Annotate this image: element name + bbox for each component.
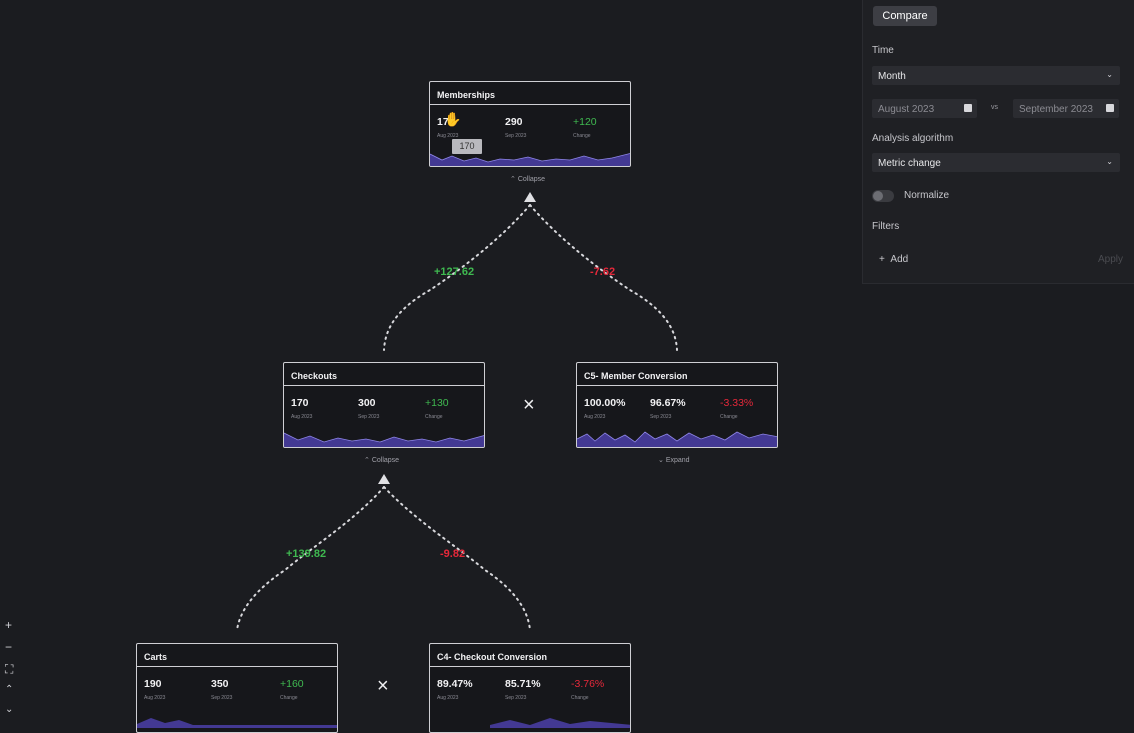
date-to-value: September 2023 <box>1019 104 1093 115</box>
value-aug: 170 <box>291 397 309 409</box>
label-sep: Sep 2023 <box>211 695 233 701</box>
time-label: Time <box>872 45 894 56</box>
node-title: C5- Member Conversion <box>584 371 688 381</box>
filters-label: Filters <box>872 221 900 232</box>
toggle-knob <box>873 191 883 201</box>
label-change: Change <box>571 695 589 701</box>
normalize-toggle[interactable] <box>872 190 894 202</box>
date-to-input[interactable]: September 2023 <box>1013 99 1119 118</box>
sparkline <box>284 432 484 447</box>
divider <box>137 666 337 667</box>
value-sep: 290 <box>505 116 523 128</box>
date-from-input[interactable]: August 2023 <box>872 99 977 118</box>
label-change: Change <box>573 133 591 139</box>
node-c5-member-conversion[interactable]: C5- Member Conversion 100.00% Aug 2023 9… <box>576 362 778 448</box>
calendar-icon[interactable] <box>1106 104 1114 112</box>
compare-button[interactable]: Compare <box>873 6 937 26</box>
chevron-up-down-icon[interactable]: ⌃ <box>5 684 13 695</box>
edge-delta-label: +139.82 <box>286 548 327 560</box>
value-aug: 190 <box>144 678 162 690</box>
add-filter-button[interactable]: + Add <box>879 254 908 265</box>
algorithm-label: Analysis algorithm <box>872 133 954 144</box>
fit-view-icon[interactable]: ⛶ <box>5 662 13 677</box>
edge-delta-label: -9.82 <box>440 548 466 560</box>
value-change: -3.33% <box>720 397 754 409</box>
chevron-up-icon: ⌃ <box>510 176 518 183</box>
sparkline <box>137 718 337 728</box>
vs-label: vs <box>991 104 998 111</box>
normalize-label: Normalize <box>904 190 950 201</box>
value-change: +130 <box>425 397 449 409</box>
value-change: +120 <box>573 116 597 128</box>
chevron-up-icon: ⌃ <box>364 457 372 464</box>
label-change: Change <box>720 414 738 420</box>
divider <box>284 385 484 386</box>
collapse-toggle[interactable]: ⌃ Collapse <box>364 456 399 464</box>
sparkline <box>490 718 630 728</box>
value-aug: 100.00% <box>584 397 626 409</box>
plus-icon: + <box>879 254 891 265</box>
chevron-down-icon: ⌄ <box>1106 157 1113 166</box>
node-checkouts[interactable]: Checkouts 170 Aug 2023 300 Sep 2023 +130… <box>283 362 485 448</box>
value-sep: 96.67% <box>650 397 686 409</box>
algorithm-select[interactable]: Metric change ⌄ <box>872 153 1120 172</box>
zoom-in-icon[interactable]: + <box>5 618 12 632</box>
algorithm-select-value: Metric change <box>878 158 941 169</box>
multiply-operator: × <box>523 394 535 416</box>
label-aug: Aug 2023 <box>291 414 313 420</box>
label-aug: Aug 2023 <box>437 695 459 701</box>
edge-delta-label: -7.62 <box>590 266 616 278</box>
multiply-operator: × <box>377 675 389 697</box>
node-title: Checkouts <box>291 371 338 381</box>
divider <box>430 104 630 105</box>
arrow-up-icon <box>524 192 536 202</box>
collapse-toggle[interactable]: ⌃ Collapse <box>510 175 545 183</box>
zoom-out-icon[interactable]: − <box>5 640 12 654</box>
divider <box>577 385 777 386</box>
value-sep: 85.71% <box>505 678 541 690</box>
toggle-label: Collapse <box>371 457 400 464</box>
zoom-controls: + − ⛶ ⌃ ⌄ <box>0 616 24 720</box>
value-change: -3.76% <box>571 678 605 690</box>
label-change: Change <box>280 695 298 701</box>
node-title: Carts <box>144 652 168 662</box>
apply-button[interactable]: Apply <box>1098 254 1123 265</box>
time-select-value: Month <box>878 71 906 82</box>
chevron-down-icon: ⌄ <box>658 457 666 464</box>
collapse-icon[interactable]: ⌄ <box>5 704 13 715</box>
add-label: Add <box>890 254 909 265</box>
value-change: +160 <box>280 678 304 690</box>
value-sep: 300 <box>358 397 376 409</box>
label-change: Change <box>425 414 443 420</box>
value-aug: 89.47% <box>437 678 473 690</box>
date-from-value: August 2023 <box>878 104 935 115</box>
analysis-panel: Compare Time Month ⌄ August 2023 vs Sept… <box>862 0 1134 284</box>
label-sep: Sep 2023 <box>505 695 527 701</box>
label-aug: Aug 2023 <box>144 695 166 701</box>
divider <box>430 666 630 667</box>
edge-delta-label: +127.62 <box>434 266 475 278</box>
arrow-up-icon <box>378 474 390 484</box>
label-sep: Sep 2023 <box>358 414 380 420</box>
hand-cursor-icon: ✋ <box>444 111 462 127</box>
label-sep: Sep 2023 <box>650 414 672 420</box>
value-sep: 350 <box>211 678 229 690</box>
expand-toggle[interactable]: ⌄ Expand <box>658 456 690 464</box>
toggle-label: Expand <box>665 457 690 464</box>
sparkline <box>577 431 777 447</box>
value-tooltip: 170 <box>452 139 482 154</box>
node-title: C4- Checkout Conversion <box>437 652 548 662</box>
label-aug: Aug 2023 <box>584 414 606 420</box>
time-select[interactable]: Month ⌄ <box>872 66 1120 85</box>
calendar-icon[interactable] <box>964 104 972 112</box>
node-title: Memberships <box>437 90 496 100</box>
label-sep: Sep 2023 <box>505 133 527 139</box>
toggle-label: Collapse <box>517 176 546 183</box>
chevron-down-icon: ⌄ <box>1106 70 1113 79</box>
